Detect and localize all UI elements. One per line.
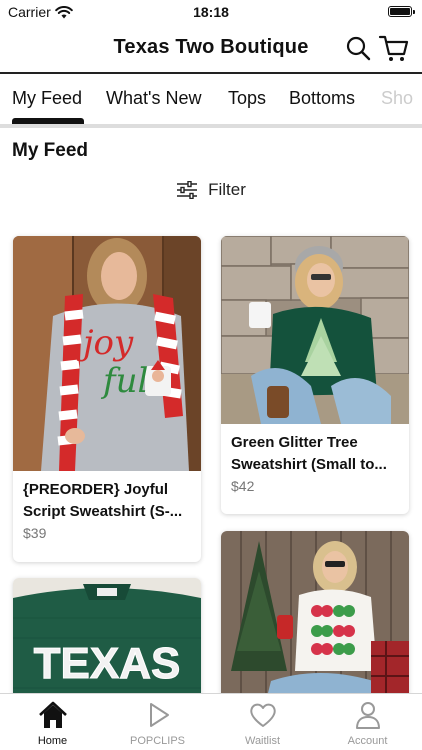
product-image[interactable]: joy ful <box>13 236 201 471</box>
tab-bottoms[interactable]: Bottoms <box>289 88 355 109</box>
bottom-tab-bar: Home POPCLIPS Waitlist Account <box>0 693 422 750</box>
product-name: Green Glitter Tree Sweatshirt (Small to.… <box>231 434 387 473</box>
tab-shoes[interactable]: Sho <box>381 88 413 109</box>
search-icon[interactable] <box>344 34 372 62</box>
product-card[interactable]: joy ful {PREORDER} Joyful Script Sweatsh… <box>13 236 201 562</box>
tab-whats-new[interactable]: What's New <box>106 88 201 109</box>
status-time: 18:18 <box>193 4 229 20</box>
status-bar: Carrier 18:18 <box>0 0 422 24</box>
tabbar-popclips[interactable]: POPCLIPS <box>105 694 210 750</box>
product-card[interactable]: Green Glitter Tree Sweatshirt (Small to.… <box>221 236 409 514</box>
tabs-divider <box>0 124 422 128</box>
person-icon <box>355 702 380 729</box>
product-image[interactable] <box>221 236 409 424</box>
tab-tops[interactable]: Tops <box>228 88 266 109</box>
filter-icon <box>177 181 198 199</box>
product-name: {PREORDER} Joyful Script Sweatshirt (S-.… <box>23 481 183 520</box>
home-icon <box>38 701 67 728</box>
product-price: $39 <box>23 525 47 541</box>
filter-label: Filter <box>208 180 246 199</box>
product-info: Green Glitter Tree Sweatshirt (Small to.… <box>221 424 409 504</box>
tabbar-account[interactable]: Account <box>315 694 420 750</box>
product-graphic: joy ful <box>76 323 148 401</box>
tabbar-home-label: Home <box>37 735 68 747</box>
battery-icon <box>388 6 415 17</box>
product-info: {PREORDER} Joyful Script Sweatshirt (S-.… <box>13 471 201 551</box>
graphic-text-joy: joy <box>76 323 134 363</box>
tab-my-feed[interactable]: My Feed <box>12 88 82 109</box>
section-title: My Feed <box>12 140 89 161</box>
tabbar-waitlist-label: Waitlist <box>244 735 281 747</box>
graphic-text-ful: ful <box>100 361 148 401</box>
product-price: $42 <box>231 478 255 494</box>
heart-icon <box>249 703 276 727</box>
filter-button[interactable]: Filter <box>0 180 422 200</box>
nav-bar: Texas Two Boutique <box>0 28 422 72</box>
graphic-text-texas: TEXAS <box>34 639 181 688</box>
tabbar-account-label: Account <box>347 735 388 747</box>
tabbar-waitlist[interactable]: Waitlist <box>210 694 315 750</box>
tabbar-popclips-label: POPCLIPS <box>129 735 186 747</box>
tabbar-home[interactable]: Home <box>0 694 105 750</box>
cart-icon[interactable] <box>378 32 410 64</box>
play-icon <box>149 703 169 727</box>
